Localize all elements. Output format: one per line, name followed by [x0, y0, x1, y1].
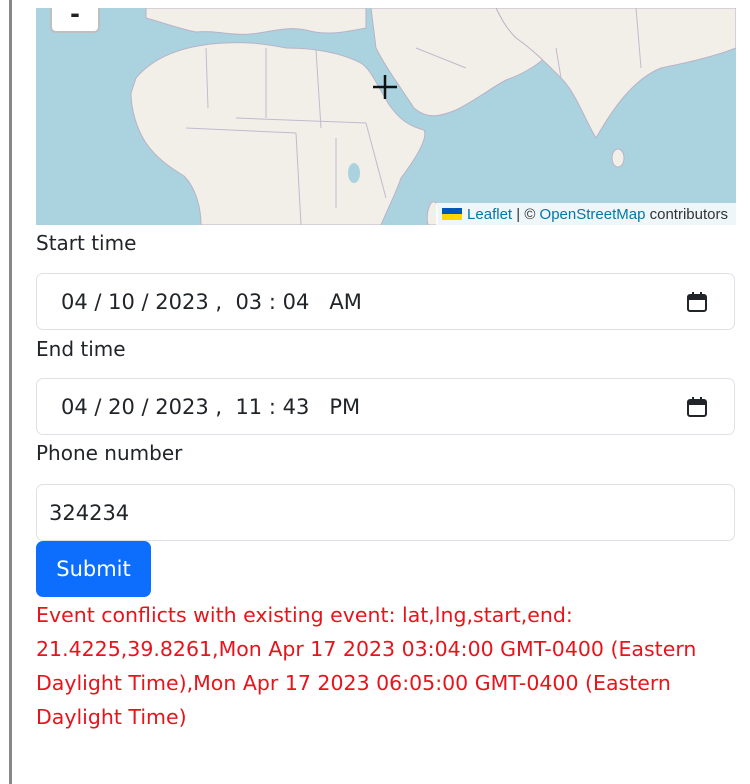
phone-number-value: 324234	[49, 500, 130, 525]
zoom-out-button[interactable]: -	[50, 8, 100, 33]
end-time-value: 04 / 20 / 2023 , 11 : 43 PM	[61, 394, 361, 419]
map-attribution: Leaflet | © OpenStreetMap contributors	[436, 203, 736, 225]
map[interactable]: - Leaflet | © OpenStreetMap contributors	[36, 8, 736, 225]
left-border	[9, 0, 12, 784]
page: - Leaflet | © OpenStreetMap contributors…	[0, 0, 750, 784]
end-time-label: End time	[36, 337, 126, 361]
crosshair-icon	[373, 75, 397, 99]
start-time-value: 04 / 10 / 2023 , 03 : 04 AM	[61, 289, 362, 314]
calendar-icon[interactable]	[686, 291, 708, 313]
attribution-separator: | ©	[512, 205, 540, 223]
leaflet-link[interactable]: Leaflet	[467, 206, 512, 223]
calendar-icon[interactable]	[686, 396, 708, 418]
start-time-label: Start time	[36, 231, 137, 255]
phone-number-input[interactable]: 324234	[36, 484, 735, 541]
submit-button[interactable]: Submit	[36, 541, 151, 597]
end-time-input[interactable]: 04 / 20 / 2023 , 11 : 43 PM	[36, 378, 735, 435]
phone-number-label: Phone number	[36, 441, 183, 465]
map-tiles	[130, 8, 736, 225]
error-message: Event conflicts with existing event: lat…	[36, 603, 697, 729]
attribution-suffix: contributors	[645, 205, 728, 223]
start-time-input[interactable]: 04 / 10 / 2023 , 03 : 04 AM	[36, 273, 735, 330]
openstreetmap-link[interactable]: OpenStreetMap	[540, 206, 646, 223]
minus-icon: -	[70, 8, 80, 28]
ukraine-flag-icon	[442, 208, 463, 220]
